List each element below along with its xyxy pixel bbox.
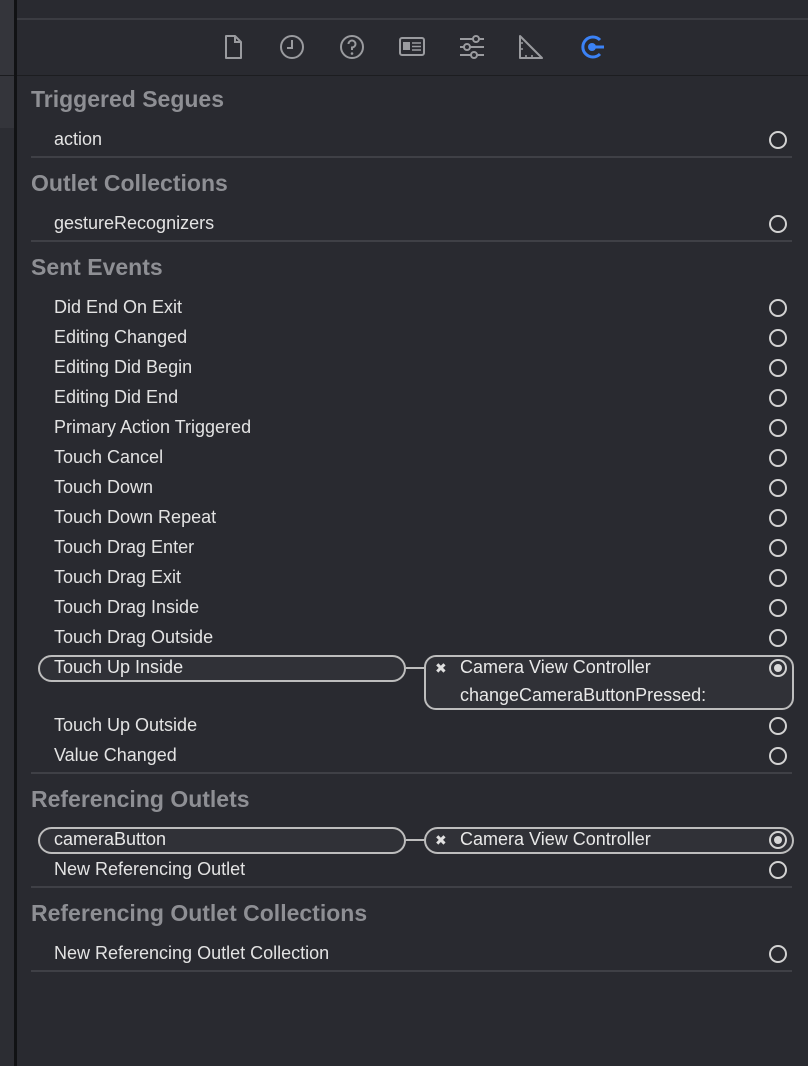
segue-action-label: action bbox=[54, 129, 103, 149]
event-label: Editing Did Begin bbox=[54, 357, 193, 377]
event-connector[interactable] bbox=[769, 747, 787, 765]
connection-target-name: Camera View Controller bbox=[460, 657, 651, 677]
outlet-target-name: Camera View Controller bbox=[460, 829, 651, 849]
event-label: Touch Drag Enter bbox=[54, 537, 195, 557]
event-label: Primary Action Triggered bbox=[54, 417, 252, 437]
event-connector[interactable] bbox=[769, 449, 787, 467]
outlet-collection-label: gestureRecognizers bbox=[54, 213, 215, 233]
event-label: Touch Drag Outside bbox=[54, 627, 214, 647]
segue-action-connector[interactable] bbox=[769, 131, 787, 149]
event-label: Touch Down Repeat bbox=[54, 507, 217, 527]
size-ruler-icon[interactable] bbox=[517, 33, 545, 61]
event-connector[interactable] bbox=[769, 509, 787, 527]
section-title-outlet-collections: Outlet Collections bbox=[31, 170, 228, 196]
section-title-triggered-segues: Triggered Segues bbox=[31, 86, 225, 112]
event-label: Editing Did End bbox=[54, 387, 179, 407]
new-referencing-outlet-connector[interactable] bbox=[769, 861, 787, 879]
event-label: Touch Up Outside bbox=[54, 715, 198, 735]
toolbar-divider bbox=[17, 75, 808, 76]
attributes-icon[interactable] bbox=[458, 33, 486, 61]
section-divider bbox=[31, 156, 792, 158]
event-connector[interactable] bbox=[769, 389, 787, 407]
event-connector[interactable] bbox=[769, 539, 787, 557]
connection-action-name: changeCameraButtonPressed: bbox=[460, 685, 707, 705]
connection-line bbox=[406, 667, 426, 669]
section-divider bbox=[31, 886, 792, 888]
remove-outlet-icon[interactable]: ✖ bbox=[435, 832, 447, 849]
event-label: Editing Changed bbox=[54, 327, 188, 347]
section-title-referencing-outlets: Referencing Outlets bbox=[31, 786, 250, 812]
editor-gutter bbox=[0, 0, 14, 1066]
event-connector[interactable] bbox=[769, 599, 787, 617]
section-divider bbox=[31, 240, 792, 242]
new-referencing-outlet-collection-label: New Referencing Outlet Collection bbox=[54, 943, 330, 963]
event-connector[interactable] bbox=[769, 329, 787, 347]
event-connector[interactable] bbox=[769, 717, 787, 735]
section-divider bbox=[31, 772, 792, 774]
event-label: Touch Down bbox=[54, 477, 154, 497]
event-connector[interactable] bbox=[769, 569, 787, 587]
connection-line bbox=[406, 839, 426, 841]
section-title-sent-events: Sent Events bbox=[31, 254, 163, 280]
editor-gutter-header bbox=[0, 0, 14, 128]
connected-outlet-label: cameraButton bbox=[54, 829, 167, 849]
event-connector[interactable] bbox=[769, 629, 787, 647]
event-label: Did End On Exit bbox=[54, 297, 183, 317]
section-title-referencing-outlet-collections: Referencing Outlet Collections bbox=[31, 900, 368, 926]
event-label: Touch Drag Inside bbox=[54, 597, 200, 617]
event-label: Touch Cancel bbox=[54, 447, 164, 467]
section-divider bbox=[31, 970, 792, 972]
event-connector[interactable] bbox=[769, 479, 787, 497]
outlet-collection-connector[interactable] bbox=[769, 215, 787, 233]
new-referencing-outlet-collection-connector[interactable] bbox=[769, 945, 787, 963]
history-icon[interactable] bbox=[278, 33, 306, 61]
event-label: Value Changed bbox=[54, 745, 177, 765]
event-label: Touch Drag Exit bbox=[54, 567, 182, 587]
remove-connection-icon[interactable]: ✖ bbox=[435, 660, 447, 677]
editor-gutter-divider bbox=[0, 75, 14, 76]
help-icon[interactable] bbox=[338, 33, 366, 61]
connected-outlet-connector[interactable] bbox=[769, 831, 787, 849]
identity-icon[interactable] bbox=[398, 33, 426, 61]
connected-event-connector[interactable] bbox=[769, 659, 787, 677]
event-connector[interactable] bbox=[769, 419, 787, 437]
connections-icon[interactable] bbox=[578, 33, 606, 61]
file-icon[interactable] bbox=[219, 33, 247, 61]
event-connector[interactable] bbox=[769, 359, 787, 377]
connected-event-label: Touch Up Inside bbox=[54, 657, 184, 677]
new-referencing-outlet-label: New Referencing Outlet bbox=[54, 859, 246, 879]
event-connector[interactable] bbox=[769, 299, 787, 317]
